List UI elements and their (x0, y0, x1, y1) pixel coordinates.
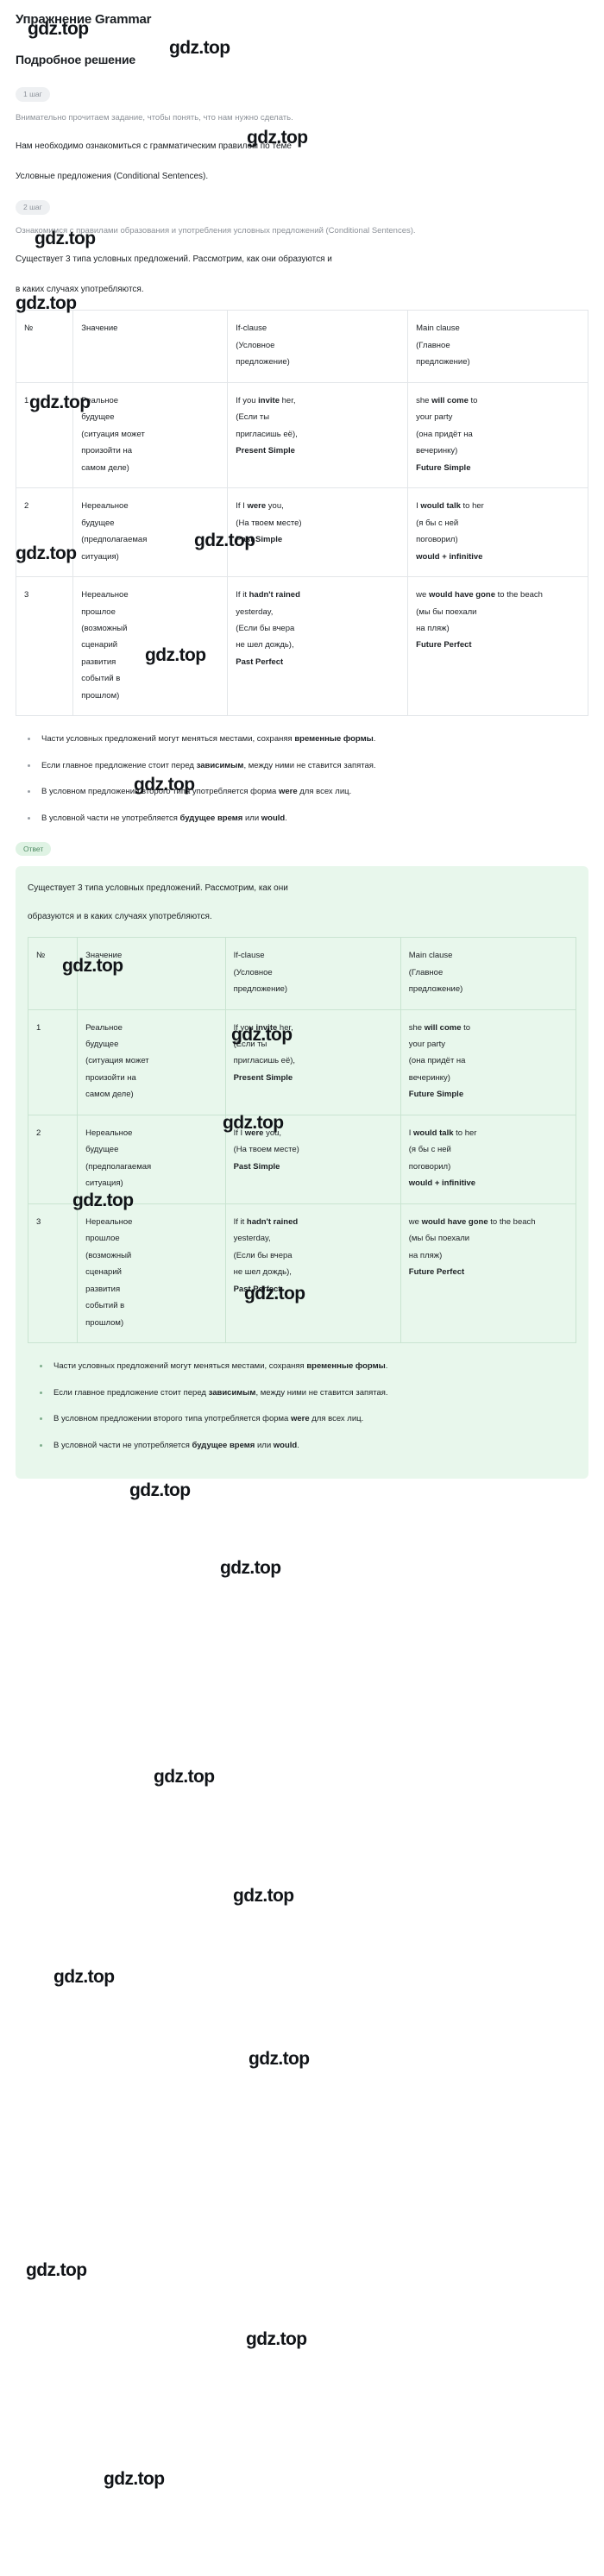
watermark-21: gdz.top (26, 2260, 87, 2280)
step-2-paragraph-1: Существует 3 типа условных предложений. … (16, 254, 332, 265)
watermark-20: gdz.top (249, 2049, 310, 2069)
row-meaning: Реальное будущее (ситуация может произой… (72, 381, 229, 489)
row-ifclause: If I were you, (На твоем месте) Past Sim… (224, 1114, 401, 1204)
step-badge-2: 2 шаг (16, 200, 50, 215)
list-item: В условной части не употребляется будуще… (50, 1438, 576, 1454)
answer-box: Существует 3 типа условных предложений. … (16, 866, 588, 1480)
conditionals-table: № Значение If-clause (Условное предложен… (15, 310, 588, 717)
row-ifclause: If I were you, (На твоем месте) Past Sim… (227, 487, 409, 578)
header-meaning: Значение (72, 310, 229, 383)
table-row: 1 Реальное будущее (ситуация может произ… (15, 381, 588, 489)
watermark-18: gdz.top (233, 1886, 294, 1906)
watermark-16: gdz.top (220, 1558, 281, 1578)
step-1-paragraph-1: Нам необходимо ознакомиться с грамматиче… (16, 141, 292, 152)
list-item: В условном предложении второго типа упот… (50, 1411, 576, 1427)
list-item: Если главное предложение стоит перед зав… (50, 1385, 576, 1401)
header-meaning: Значение (77, 937, 226, 1010)
step-2: 2 шаг Ознакомимся с правилами образовани… (16, 198, 588, 298)
table-row: 2 Нереальное будущее (предполагаемая сит… (15, 487, 588, 578)
header-num: № (15, 310, 74, 383)
step-1: 1 шаг Внимательно прочитаем задание, что… (16, 85, 588, 185)
row-num: 2 (27, 1114, 79, 1204)
row-meaning: Нереальное будущее (предполагаемая ситуа… (77, 1114, 226, 1204)
watermark-17: gdz.top (154, 1767, 215, 1787)
table-row: 3 Нереальное прошлое (возможный сценарий… (27, 1203, 577, 1344)
row-meaning: Нереальное прошлое (возможный сценарий р… (77, 1203, 226, 1344)
notes-list: Части условных предложений могут менятьс… (16, 732, 588, 826)
table-row: 1 Реальное будущее (ситуация может произ… (27, 1008, 577, 1115)
answer-intro-2: образуются и в каких случаях употребляют… (28, 912, 212, 922)
row-mainclause: she will come to your party (она придёт … (407, 381, 588, 489)
header-ifclause: If-clause (Условное предложение) (224, 937, 401, 1010)
row-mainclause: I would talk to her (я бы с ней поговори… (400, 1114, 577, 1204)
header-ifclause: If-clause (Условное предложение) (227, 310, 409, 383)
watermark-19: gdz.top (53, 1967, 115, 1987)
header-mainclause: Main clause (Главное предложение) (407, 310, 588, 383)
conditionals-table-body: № Значение If-clause (Условное предложен… (15, 310, 588, 717)
row-num: 3 (15, 576, 74, 717)
row-num: 1 (27, 1008, 79, 1115)
step-1-paragraph-2: Условные предложения (Conditional Senten… (16, 172, 209, 182)
table-row: 3 Нереальное прошлое (возможный сценарий… (15, 576, 588, 717)
row-ifclause: If you invite her, (Если ты пригласишь е… (224, 1008, 401, 1115)
step-badge-1: 1 шаг (16, 87, 50, 102)
row-mainclause: I would talk to her (я бы с ней поговори… (407, 487, 588, 578)
row-meaning: Нереальное прошлое (возможный сценарий р… (72, 576, 229, 717)
solution-page: Упражнение Grammar Подробное решение 1 ш… (0, 0, 604, 2489)
row-meaning: Реальное будущее (ситуация может произой… (77, 1008, 226, 1115)
answer-notes-list: Части условных предложений могут менятьс… (28, 1359, 576, 1453)
step-2-paragraph-2: в каких случаях употребляются. (16, 285, 144, 295)
answer-table-body: № Значение If-clause (Условное предложен… (27, 937, 577, 1344)
row-meaning: Нереальное будущее (предполагаемая ситуа… (72, 487, 229, 578)
step-1-instruction: Внимательно прочитаем задание, чтобы пон… (16, 112, 293, 123)
row-num: 3 (27, 1203, 79, 1344)
row-num: 1 (15, 381, 74, 489)
row-ifclause: If you invite her, (Если ты пригласишь е… (227, 381, 409, 489)
answer-badge: Ответ (16, 841, 52, 857)
answer-intro-1: Существует 3 типа условных предложений. … (28, 883, 288, 894)
answer-conditionals-table: № Значение If-clause (Условное предложен… (27, 937, 577, 1344)
step-2-instruction: Ознакомимся с правилами образования и уп… (16, 225, 416, 236)
list-item: Если главное предложение стоит перед зав… (38, 758, 588, 774)
watermark-22: gdz.top (246, 2329, 307, 2349)
row-mainclause: she will come to your party (она придёт … (400, 1008, 577, 1115)
table-header-row: № Значение If-clause (Условное предложен… (27, 937, 577, 1010)
table-row: 2 Нереальное будущее (предполагаемая сит… (27, 1114, 577, 1204)
header-num: № (27, 937, 79, 1010)
answer-section: Ответ Существует 3 типа условных предлож… (16, 840, 588, 1480)
page-title: Упражнение Grammar (16, 12, 152, 27)
row-mainclause: we would have gone to the beach (мы бы п… (407, 576, 588, 717)
row-ifclause: If it hadn't rained yesterday, (Если бы … (227, 576, 409, 717)
list-item: Части условных предложений могут менятьс… (50, 1359, 576, 1374)
row-num: 2 (15, 487, 74, 578)
list-item: В условной части не употребляется будуще… (38, 811, 588, 826)
row-ifclause: If it hadn't rained yesterday, (Если бы … (224, 1203, 401, 1344)
watermark-15: gdz.top (129, 1480, 191, 1500)
row-mainclause: we would have gone to the beach (мы бы п… (400, 1203, 577, 1344)
table-header-row: № Значение If-clause (Условное предложен… (15, 310, 588, 383)
list-item: Части условных предложений могут менятьс… (38, 732, 588, 747)
watermark-23: gdz.top (104, 2469, 165, 2489)
list-item: В условном предложении второго типа упот… (38, 784, 588, 800)
header-mainclause: Main clause (Главное предложение) (400, 937, 577, 1010)
solution-subtitle: Подробное решение (16, 53, 135, 66)
